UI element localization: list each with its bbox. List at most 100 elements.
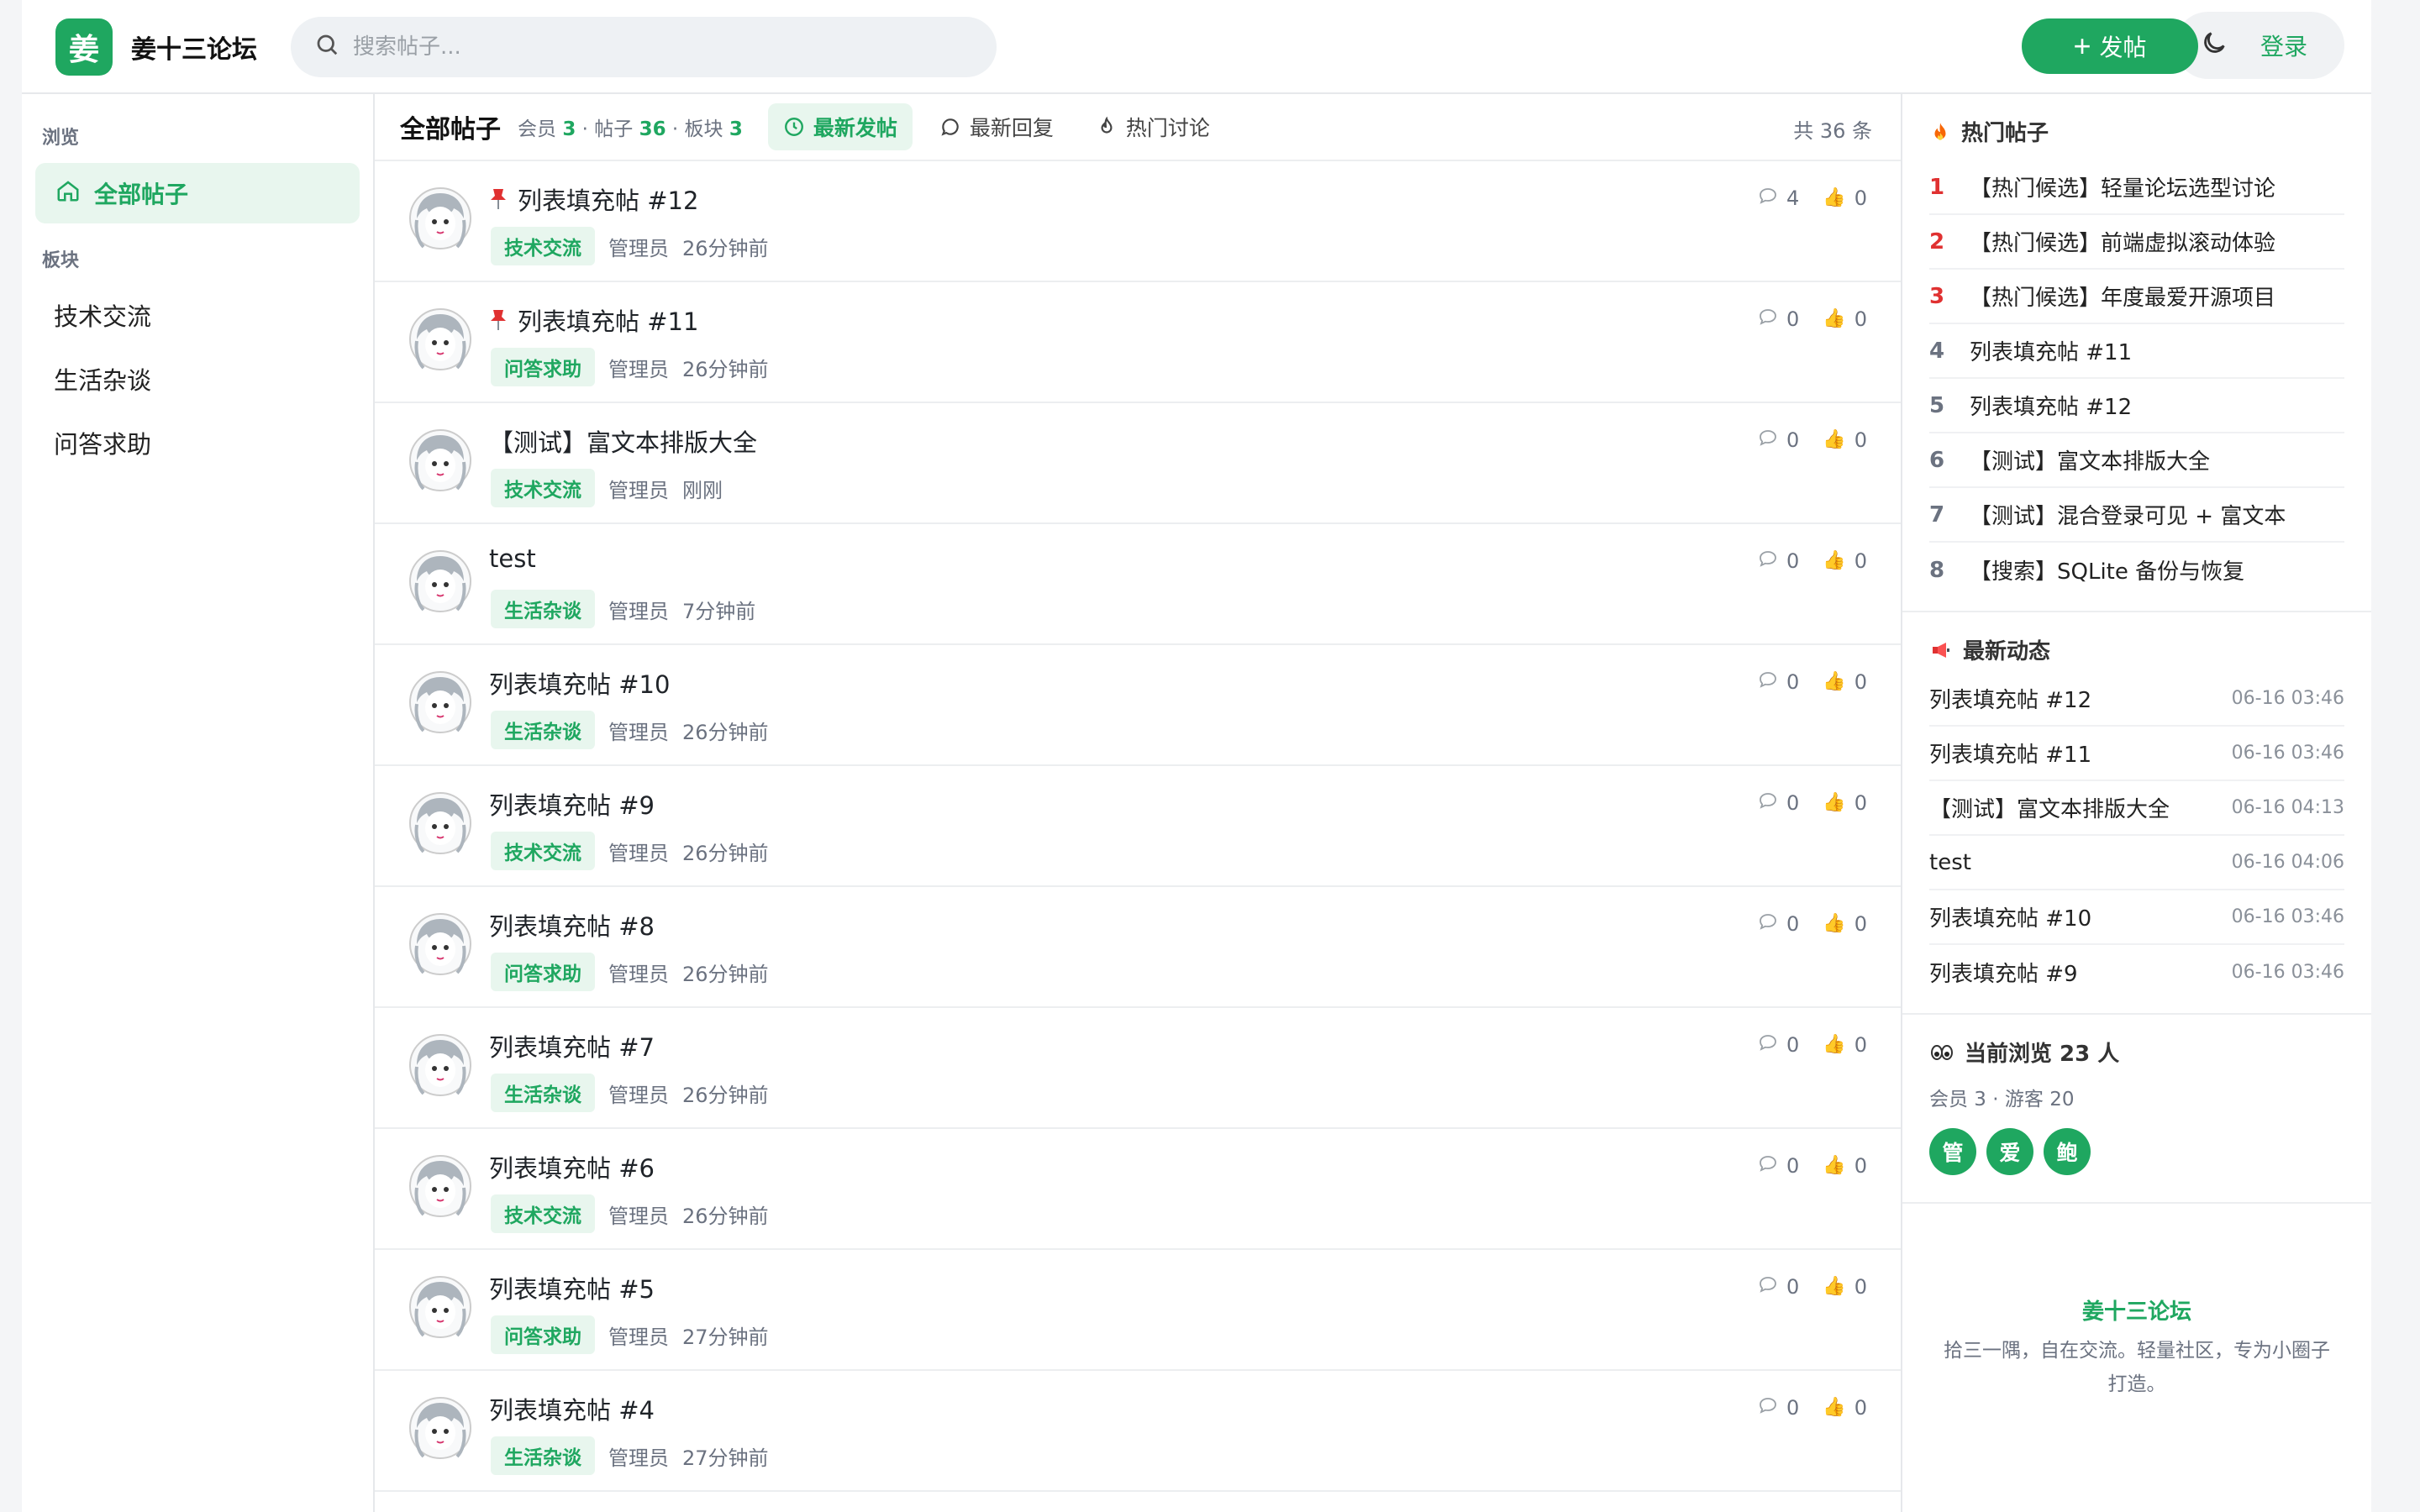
online-user-avatar[interactable]: 爱	[1986, 1128, 2033, 1175]
recent-activity-item[interactable]: 【测试】富文本排版大全 06-16 04:13	[1929, 781, 2344, 836]
post-title[interactable]: 列表填充帖 #10	[489, 665, 670, 701]
sidebar-item-life[interactable]: 生活杂谈	[54, 361, 151, 396]
post-author[interactable]: 管理员	[608, 1079, 669, 1108]
board-tag[interactable]: 生活杂谈	[491, 1074, 595, 1112]
author-avatar[interactable]	[408, 1275, 472, 1339]
search-bar[interactable]	[291, 17, 997, 77]
post-title[interactable]: 列表填充帖 #4	[489, 1391, 655, 1426]
tab-latest-posts[interactable]: 最新发帖	[767, 103, 913, 150]
post-author[interactable]: 管理员	[608, 1200, 669, 1229]
author-avatar[interactable]	[408, 1396, 472, 1460]
recent-post-title[interactable]: 列表填充帖 #12	[1929, 683, 2091, 714]
post-author[interactable]: 管理员	[608, 958, 669, 987]
post-row[interactable]: 【测试】富文本排版大全 技术交流 管理员 刚刚 0 👍 0	[375, 403, 1901, 524]
post-row[interactable]: 列表填充帖 #9 技术交流 管理员 26分钟前 0 👍 0	[375, 766, 1901, 887]
hot-post-item[interactable]: 6 【测试】富文本排版大全	[1929, 433, 2344, 488]
new-post-button[interactable]: + 发帖	[2022, 18, 2198, 74]
post-title-line[interactable]: 【测试】富文本排版大全	[489, 423, 757, 459]
post-title-line[interactable]: 列表填充帖 #7	[489, 1028, 655, 1063]
author-avatar[interactable]	[408, 186, 472, 250]
hot-post-item[interactable]: 8 【搜索】SQLite 备份与恢复	[1929, 543, 2344, 597]
post-author[interactable]: 管理员	[608, 353, 669, 382]
post-title-line[interactable]: 列表填充帖 #9	[489, 786, 655, 822]
recent-post-title[interactable]: 列表填充帖 #10	[1929, 901, 2091, 932]
board-tag[interactable]: 问答求助	[491, 1315, 595, 1354]
post-author[interactable]: 管理员	[608, 716, 669, 745]
recent-post-title[interactable]: test	[1929, 850, 1971, 875]
sidebar-item-tech[interactable]: 技术交流	[54, 297, 151, 333]
hot-post-item[interactable]: 2 【热门候选】前端虚拟滚动体验	[1929, 215, 2344, 270]
board-tag[interactable]: 问答求助	[491, 953, 595, 991]
post-title-line[interactable]: 列表填充帖 #8	[489, 907, 655, 942]
post-row[interactable]: 列表填充帖 #8 问答求助 管理员 26分钟前 0 👍 0	[375, 887, 1901, 1008]
recent-post-title[interactable]: 【测试】富文本排版大全	[1929, 792, 2170, 823]
author-avatar[interactable]	[408, 791, 472, 855]
brand[interactable]: 姜 姜十三论坛	[55, 18, 257, 76]
recent-post-title[interactable]: 列表填充帖 #9	[1929, 957, 2078, 988]
post-row[interactable]: test 生活杂谈 管理员 7分钟前 0 👍 0	[375, 524, 1901, 645]
author-avatar[interactable]	[408, 912, 472, 976]
post-title-line[interactable]: 列表填充帖 #10	[489, 665, 670, 701]
online-user-avatar[interactable]: 管	[1929, 1128, 1976, 1175]
post-row[interactable]: 列表填充帖 #10 生活杂谈 管理员 26分钟前 0 👍 0	[375, 645, 1901, 766]
post-author[interactable]: 管理员	[608, 595, 669, 624]
recent-activity-item[interactable]: 列表填充帖 #12 06-16 03:46	[1929, 672, 2344, 727]
post-title[interactable]: 列表填充帖 #9	[489, 786, 655, 822]
post-title[interactable]: 列表填充帖 #8	[489, 907, 655, 942]
author-avatar[interactable]	[408, 1033, 472, 1097]
hot-post-title[interactable]: 列表填充帖 #12	[1970, 390, 2132, 421]
post-title-line[interactable]: 列表填充帖 #12	[489, 181, 698, 217]
recent-activity-item[interactable]: 列表填充帖 #9 06-16 03:46	[1929, 945, 2344, 1000]
board-tag[interactable]: 生活杂谈	[491, 1436, 595, 1475]
post-title[interactable]: test	[489, 544, 536, 573]
post-title-line[interactable]: 列表填充帖 #11	[489, 302, 698, 338]
post-title-line[interactable]: 列表填充帖 #4	[489, 1391, 655, 1426]
post-title[interactable]: 列表填充帖 #12	[518, 181, 698, 217]
author-avatar[interactable]	[408, 1154, 472, 1218]
board-tag[interactable]: 技术交流	[491, 469, 595, 507]
sidebar-item-all-posts[interactable]: 全部帖子	[35, 163, 360, 223]
login-link[interactable]: 登录	[2260, 29, 2307, 62]
post-title[interactable]: 列表填充帖 #6	[489, 1149, 655, 1184]
post-title-line[interactable]: test	[489, 544, 536, 573]
post-author[interactable]: 管理员	[608, 232, 669, 261]
post-row[interactable]: 列表填充帖 #5 问答求助 管理员 27分钟前 0 👍 0	[375, 1250, 1901, 1371]
post-author[interactable]: 管理员	[608, 474, 669, 503]
post-author[interactable]: 管理员	[608, 1320, 669, 1350]
author-avatar[interactable]	[408, 549, 472, 613]
post-title-line[interactable]: 列表填充帖 #5	[489, 1270, 655, 1305]
board-tag[interactable]: 生活杂谈	[491, 711, 595, 749]
online-user-avatar[interactable]: 鲍	[2044, 1128, 2091, 1175]
board-tag[interactable]: 问答求助	[491, 348, 595, 386]
hot-post-title[interactable]: 【热门候选】轻量论坛选型讨论	[1970, 171, 2275, 202]
recent-post-title[interactable]: 列表填充帖 #11	[1929, 738, 2091, 769]
post-row[interactable]: 列表填充帖 #12 技术交流 管理员 26分钟前 4 👍 0	[375, 161, 1901, 282]
dark-mode-toggle-icon[interactable]	[2200, 29, 2228, 63]
post-row[interactable]: 列表填充帖 #4 生活杂谈 管理员 27分钟前 0 👍 0	[375, 1371, 1901, 1492]
board-tag[interactable]: 技术交流	[491, 1194, 595, 1233]
hot-post-item[interactable]: 4 列表填充帖 #11	[1929, 324, 2344, 379]
post-author[interactable]: 管理员	[608, 1441, 669, 1471]
hot-post-item[interactable]: 5 列表填充帖 #12	[1929, 379, 2344, 433]
hot-post-title[interactable]: 【热门候选】前端虚拟滚动体验	[1970, 226, 2275, 257]
site-name[interactable]: 姜十三论坛	[131, 29, 257, 66]
post-row[interactable]: 列表填充帖 #7 生活杂谈 管理员 26分钟前 0 👍 0	[375, 1008, 1901, 1129]
sidebar-item-qa[interactable]: 问答求助	[54, 425, 151, 460]
hot-post-title[interactable]: 【热门候选】年度最爱开源项目	[1970, 281, 2275, 312]
post-title[interactable]: 【测试】富文本排版大全	[489, 423, 757, 459]
tab-latest-replies[interactable]: 最新回复	[924, 103, 1069, 150]
hot-post-item[interactable]: 1 【热门候选】轻量论坛选型讨论	[1929, 160, 2344, 215]
hot-post-title[interactable]: 【搜索】SQLite 备份与恢复	[1970, 554, 2244, 585]
board-tag[interactable]: 生活杂谈	[491, 590, 595, 628]
post-row[interactable]: 列表填充帖 #11 问答求助 管理员 26分钟前 0 👍 0	[375, 282, 1901, 403]
hot-post-item[interactable]: 3 【热门候选】年度最爱开源项目	[1929, 270, 2344, 324]
hot-post-item[interactable]: 7 【测试】混合登录可见 + 富文本	[1929, 488, 2344, 543]
hot-post-title[interactable]: 【测试】富文本排版大全	[1970, 444, 2210, 475]
site-logo[interactable]: 姜	[55, 18, 113, 76]
hot-post-title[interactable]: 列表填充帖 #11	[1970, 335, 2132, 366]
author-avatar[interactable]	[408, 307, 472, 371]
recent-activity-item[interactable]: 列表填充帖 #11 06-16 03:46	[1929, 727, 2344, 781]
board-tag[interactable]: 技术交流	[491, 832, 595, 870]
author-avatar[interactable]	[408, 428, 472, 492]
hot-post-title[interactable]: 【测试】混合登录可见 + 富文本	[1970, 499, 2286, 530]
